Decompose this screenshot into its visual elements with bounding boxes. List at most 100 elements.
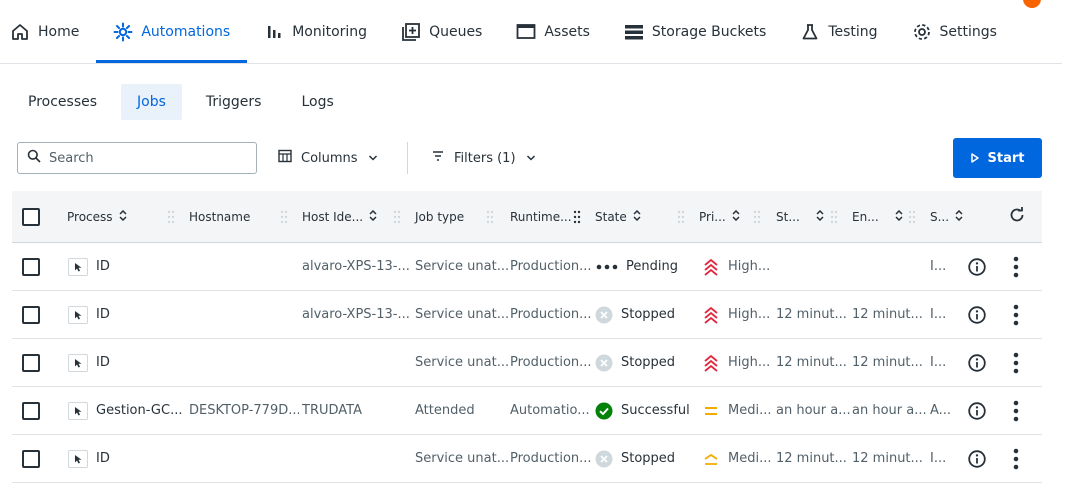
search-icon (27, 149, 41, 167)
cell-state: Stopped (595, 435, 701, 482)
more-actions-button[interactable] (1007, 243, 1025, 290)
nav-queues[interactable]: Queues (384, 0, 499, 64)
row-checkbox[interactable] (22, 401, 40, 420)
nav-monitoring[interactable]: Monitoring (247, 0, 384, 64)
nav-settings[interactable]: Settings (895, 0, 1014, 64)
nav-testing-label: Testing (828, 23, 878, 40)
testing-icon (800, 22, 820, 42)
priority-medium-high-icon (703, 452, 719, 466)
cell-source: I... (930, 451, 947, 466)
tab-triggers[interactable]: Triggers (190, 84, 278, 120)
more-actions-button[interactable] (1007, 291, 1025, 338)
cell-runtime: Automatio... (510, 403, 590, 418)
info-icon (968, 305, 986, 324)
cell-state: Stopped (595, 291, 701, 338)
cell-state: Stopped (595, 339, 701, 386)
column-drag-handle-icon[interactable] (280, 209, 288, 225)
cell-runtime: Production... (510, 451, 592, 466)
priority-high-icon (703, 306, 719, 324)
column-header-priority[interactable]: Pri... (699, 191, 740, 242)
cell-job-type: Attended (415, 403, 475, 418)
nav-home[interactable]: Home (0, 0, 96, 64)
cell-hostname (189, 339, 299, 386)
columns-button[interactable]: Columns (278, 142, 378, 174)
column-drag-handle-icon[interactable] (753, 209, 761, 225)
column-header-ended[interactable]: En... (852, 191, 903, 242)
column-header-runtime[interactable]: Runtime... (510, 191, 572, 242)
row-select-cell (22, 339, 40, 386)
more-actions-button[interactable] (1007, 339, 1025, 386)
row-checkbox[interactable] (22, 257, 40, 276)
info-button[interactable] (968, 339, 986, 386)
cell-runtime: Production... (510, 355, 592, 370)
tab-processes[interactable]: Processes (12, 84, 113, 120)
cell-host-identity: TRUDATA (302, 403, 362, 418)
nav-assets[interactable]: Assets (499, 0, 607, 64)
automations-icon (113, 22, 133, 42)
column-drag-handle-icon[interactable] (393, 209, 401, 225)
more-actions-button[interactable] (1007, 435, 1025, 482)
row-checkbox[interactable] (22, 449, 40, 468)
info-button[interactable] (968, 243, 986, 290)
process-type-icon (68, 449, 88, 468)
column-drag-handle-icon[interactable] (830, 209, 838, 225)
table-row[interactable]: ID alvaro-XPS-13-... Service unat... Produc… (12, 291, 1042, 339)
play-icon (970, 153, 979, 163)
cell-host-identity (302, 435, 412, 482)
column-header-hostname[interactable]: Hostname (189, 191, 250, 242)
stopped-icon (595, 354, 613, 372)
sort-icon (816, 209, 824, 224)
column-header-job-type[interactable]: Job type (415, 191, 464, 242)
info-button[interactable] (968, 291, 986, 338)
column-header-process-label: Process (67, 209, 113, 224)
cell-process: ID (68, 339, 188, 386)
table-row[interactable]: ID Service unat... Production... Stopped Hig… (12, 339, 1042, 387)
info-button[interactable] (968, 435, 986, 482)
column-drag-handle-icon[interactable] (486, 209, 494, 225)
pending-dots-icon (595, 258, 619, 276)
row-checkbox[interactable] (22, 353, 40, 372)
nav-assets-label: Assets (544, 23, 590, 40)
storage-buckets-icon (624, 22, 644, 42)
column-drag-handle-icon[interactable] (908, 209, 916, 225)
column-drag-handle-icon[interactable] (573, 209, 581, 225)
state-label: Stopped (621, 307, 676, 322)
nav-testing[interactable]: Testing (783, 0, 894, 64)
select-all-checkbox[interactable] (22, 207, 40, 226)
info-icon (968, 353, 986, 372)
start-button[interactable]: Start (953, 138, 1042, 178)
more-vertical-icon (1007, 447, 1025, 471)
cell-job-type: Service unat... (415, 355, 509, 370)
sort-icon (369, 209, 377, 224)
filters-button[interactable]: Filters (1) (431, 142, 536, 174)
more-vertical-icon (1007, 255, 1025, 279)
column-header-process[interactable]: Process (67, 191, 127, 242)
search-input[interactable] (49, 150, 239, 166)
cell-host-identity: alvaro-XPS-13-... (302, 259, 410, 274)
table-row[interactable]: ID alvaro-XPS-13-... Service unat... Produc… (12, 243, 1042, 291)
tab-logs[interactable]: Logs (285, 84, 349, 120)
nav-automations[interactable]: Automations (96, 0, 248, 64)
refresh-button[interactable] (1008, 191, 1026, 242)
table-row[interactable]: ID Service unat... Production... Stopped Med… (12, 435, 1042, 483)
row-checkbox[interactable] (22, 305, 40, 324)
column-drag-handle-icon[interactable] (677, 209, 685, 225)
priority-label: High... (728, 307, 771, 322)
column-drag-handle-icon[interactable] (167, 209, 175, 225)
nav-automations-label: Automations (141, 23, 231, 40)
cell-source: I... (930, 307, 947, 322)
nav-storage-buckets[interactable]: Storage Buckets (607, 0, 783, 64)
info-button[interactable] (968, 387, 986, 434)
table-row[interactable]: Gestion-GC... DESKTOP-779D... TRUDATA Atten… (12, 387, 1042, 435)
column-header-job-type-label: Job type (415, 209, 465, 224)
column-header-host-identity[interactable]: Host Ide... (302, 191, 377, 242)
tab-jobs[interactable]: Jobs (121, 84, 182, 120)
home-icon (10, 22, 30, 42)
column-header-source[interactable]: S... (930, 191, 963, 242)
more-actions-button[interactable] (1007, 387, 1025, 434)
state-label: Stopped (621, 451, 676, 466)
column-header-state[interactable]: State (595, 191, 641, 242)
cell-started: an hour a... (776, 403, 851, 418)
column-header-started[interactable]: St... (776, 191, 824, 242)
process-name: ID (96, 307, 110, 322)
